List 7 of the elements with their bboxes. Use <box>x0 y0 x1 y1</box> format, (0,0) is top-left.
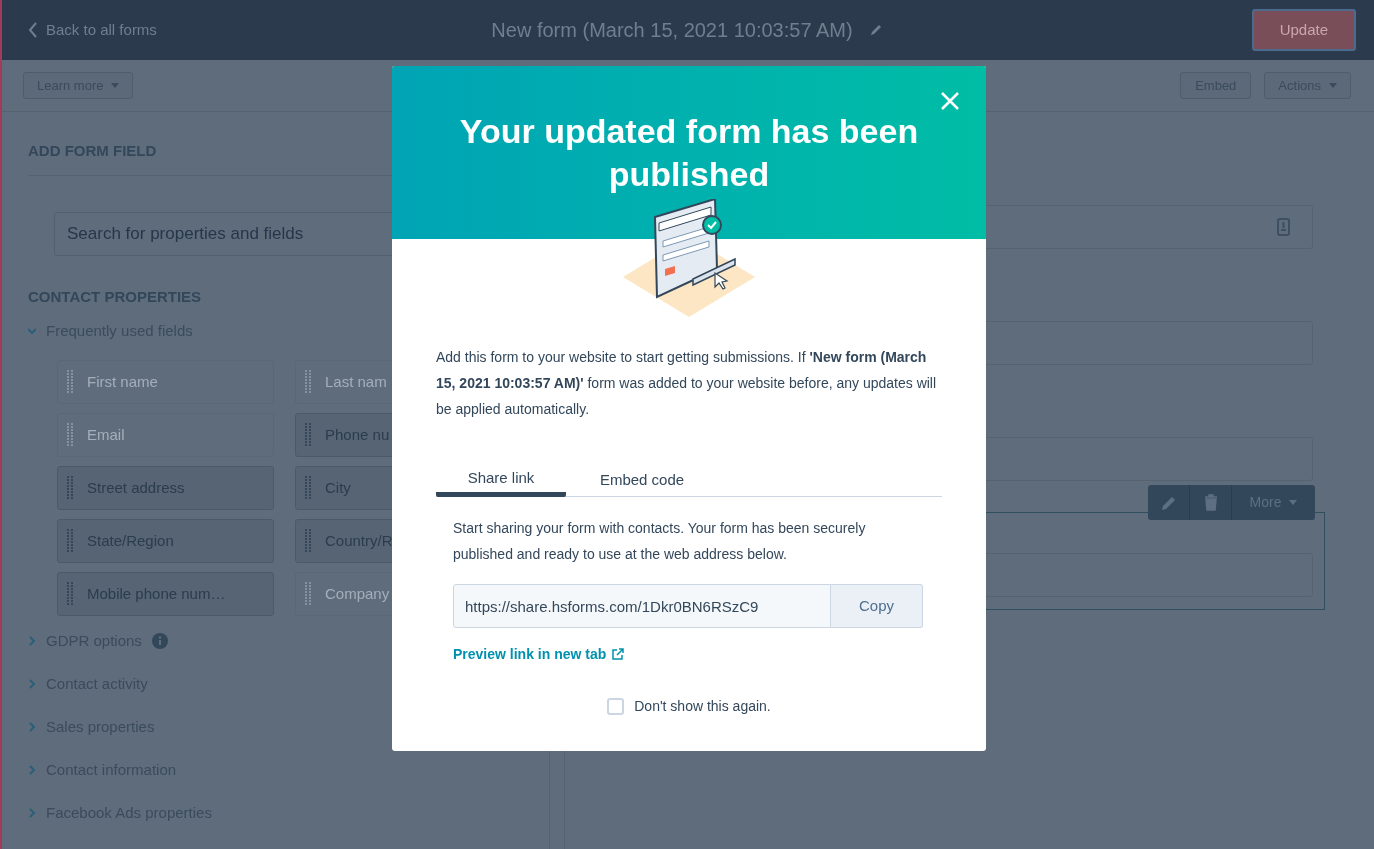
field-label: Company <box>325 583 390 604</box>
field-label: Last nam <box>325 371 387 392</box>
share-description: Start sharing your form with contacts. Your form has been securely published and ready to use at the web address below. <box>453 519 867 564</box>
form-title: New form (March 15, 2021 10:03:57 AM) <box>491 18 853 43</box>
field-label: First name <box>87 371 158 392</box>
field-label: Email <box>87 424 125 445</box>
dialog-message: Add this form to your website to start getting submissions. If 'New form (March 15, 2021 10:03:57 AM)' form was added to your website before, any updates will be applied automatically. <box>436 348 938 419</box>
